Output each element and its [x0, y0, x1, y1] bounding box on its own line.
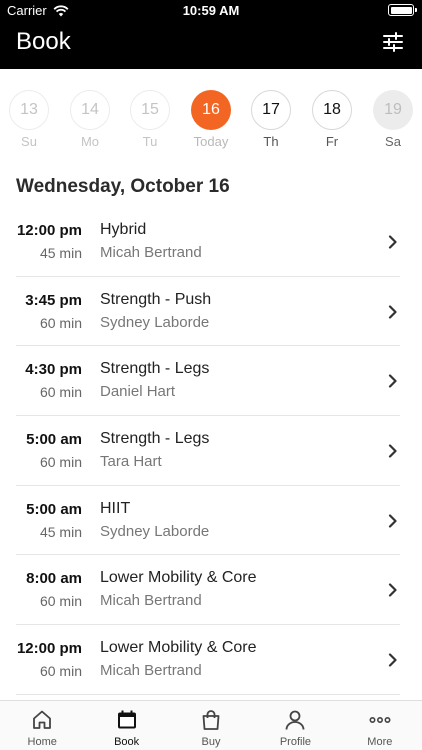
class-duration: 60 min	[39, 593, 82, 610]
chevron-right-icon	[388, 514, 397, 528]
day-14[interactable]: 14 Mo	[68, 90, 112, 149]
day-15[interactable]: 15 Tu	[128, 90, 172, 149]
class-row[interactable]: 8:00 am 60 min Lower Mobility & Core Mic…	[16, 555, 400, 626]
date-heading: Wednesday, October 16	[16, 176, 230, 197]
tab-label: Book	[114, 736, 140, 748]
class-instructor: Daniel Hart	[100, 383, 176, 401]
profile-icon	[286, 710, 305, 730]
tab-book[interactable]: Book	[84, 701, 168, 750]
day-label: Tu	[142, 134, 158, 149]
class-row[interactable]: 5:00 am 45 min HIIT Sydney Laborde	[16, 486, 400, 556]
class-name: Strength - Legs	[100, 430, 210, 448]
battery-icon	[388, 4, 417, 16]
tab-profile[interactable]: Profile	[253, 701, 337, 750]
day-number: 13	[9, 90, 49, 130]
chevron-right-icon	[388, 653, 397, 667]
page-title: Book	[16, 28, 71, 55]
day-number: 14	[70, 90, 110, 130]
shopping-bag-icon	[202, 710, 220, 730]
class-row[interactable]: 12:00 pm 60 min Lower Mobility & Core Mi…	[16, 625, 400, 695]
top-bar: Carrier 10:59 AM Book	[0, 0, 422, 69]
home-icon	[33, 710, 52, 729]
day-number: 19	[373, 90, 413, 130]
class-row[interactable]: 5:00 am 60 min Strength - Legs Tara Hart	[16, 416, 400, 486]
chevron-right-icon	[388, 444, 397, 458]
class-duration: 45 min	[39, 245, 82, 261]
class-name: Strength - Push	[100, 290, 212, 308]
tab-label: More	[367, 736, 393, 748]
class-duration: 60 min	[39, 663, 82, 680]
day-label: Today	[193, 134, 229, 149]
class-time: 3:45 pm	[25, 291, 82, 309]
date-strip: 13 Su 14 Mo 15 Tu 16 Today 17 Th 18 Fr 1…	[0, 90, 422, 154]
tab-label: Buy	[201, 736, 221, 748]
day-number: 15	[130, 90, 170, 130]
chevron-right-icon	[388, 235, 397, 249]
class-time: 5:00 am	[26, 431, 82, 449]
class-instructor: Micah Bertrand	[100, 662, 202, 680]
tab-bar: Home Book Buy Profile More	[0, 700, 422, 750]
class-time: 8:00 am	[26, 570, 82, 588]
tab-label: Profile	[279, 736, 312, 748]
more-icon	[369, 717, 391, 724]
day-label: Th	[263, 134, 279, 149]
class-row[interactable]: 12:00 pm 45 min Hybrid Micah Bertrand	[16, 207, 400, 277]
chevron-right-icon	[388, 583, 397, 598]
class-instructor: Micah Bertrand	[100, 244, 202, 261]
class-name: Hybrid	[100, 221, 147, 238]
class-duration: 60 min	[39, 314, 82, 331]
class-row[interactable]: 4:30 pm 60 min Strength - Legs Daniel Ha…	[16, 346, 400, 417]
chevron-right-icon	[388, 305, 397, 319]
class-row[interactable]: 3:45 pm 60 min Strength - Push Sydney La…	[16, 277, 400, 347]
day-number: 18	[312, 90, 352, 130]
class-name: Lower Mobility & Core	[100, 569, 257, 587]
day-13[interactable]: 13 Su	[7, 90, 51, 149]
day-16[interactable]: 16 Today	[189, 90, 233, 149]
day-number: 16	[191, 90, 231, 130]
class-time: 4:30 pm	[25, 361, 82, 379]
class-instructor: Micah Bertrand	[100, 592, 202, 610]
class-time: 5:00 am	[26, 500, 82, 518]
class-name: Strength - Legs	[100, 360, 210, 378]
calendar-icon	[117, 710, 136, 729]
class-name: Lower Mobility & Core	[100, 639, 257, 657]
tab-home[interactable]: Home	[0, 701, 84, 750]
tab-label: Home	[27, 736, 57, 748]
class-name: HIIT	[100, 499, 131, 517]
day-label: Sa	[385, 134, 401, 149]
day-number: 17	[251, 90, 291, 130]
class-duration: 60 min	[39, 454, 82, 471]
class-instructor: Tara Hart	[100, 453, 162, 471]
class-time: 12:00 pm	[16, 640, 82, 658]
class-instructor: Sydney Laborde	[100, 313, 210, 331]
class-list: 12:00 pm 45 min Hybrid Micah Bertrand 3:…	[0, 207, 422, 695]
class-duration: 45 min	[39, 523, 82, 540]
status-bar: Carrier 10:59 AM	[0, 0, 422, 20]
day-18[interactable]: 18 Fr	[310, 90, 354, 149]
chevron-right-icon	[388, 374, 397, 388]
status-time: 10:59 AM	[182, 3, 240, 18]
tab-more[interactable]: More	[338, 701, 422, 750]
day-label: Su	[21, 134, 37, 149]
day-label: Fr	[325, 134, 339, 149]
filter-icon[interactable]	[382, 32, 404, 52]
day-19[interactable]: 19 Sa	[371, 90, 415, 149]
day-label: Mo	[80, 134, 100, 149]
class-duration: 60 min	[39, 384, 82, 401]
class-instructor: Sydney Laborde	[100, 522, 210, 540]
class-time: 12:00 pm	[16, 222, 82, 239]
tab-buy[interactable]: Buy	[169, 701, 253, 750]
day-17[interactable]: 17 Th	[249, 90, 293, 149]
